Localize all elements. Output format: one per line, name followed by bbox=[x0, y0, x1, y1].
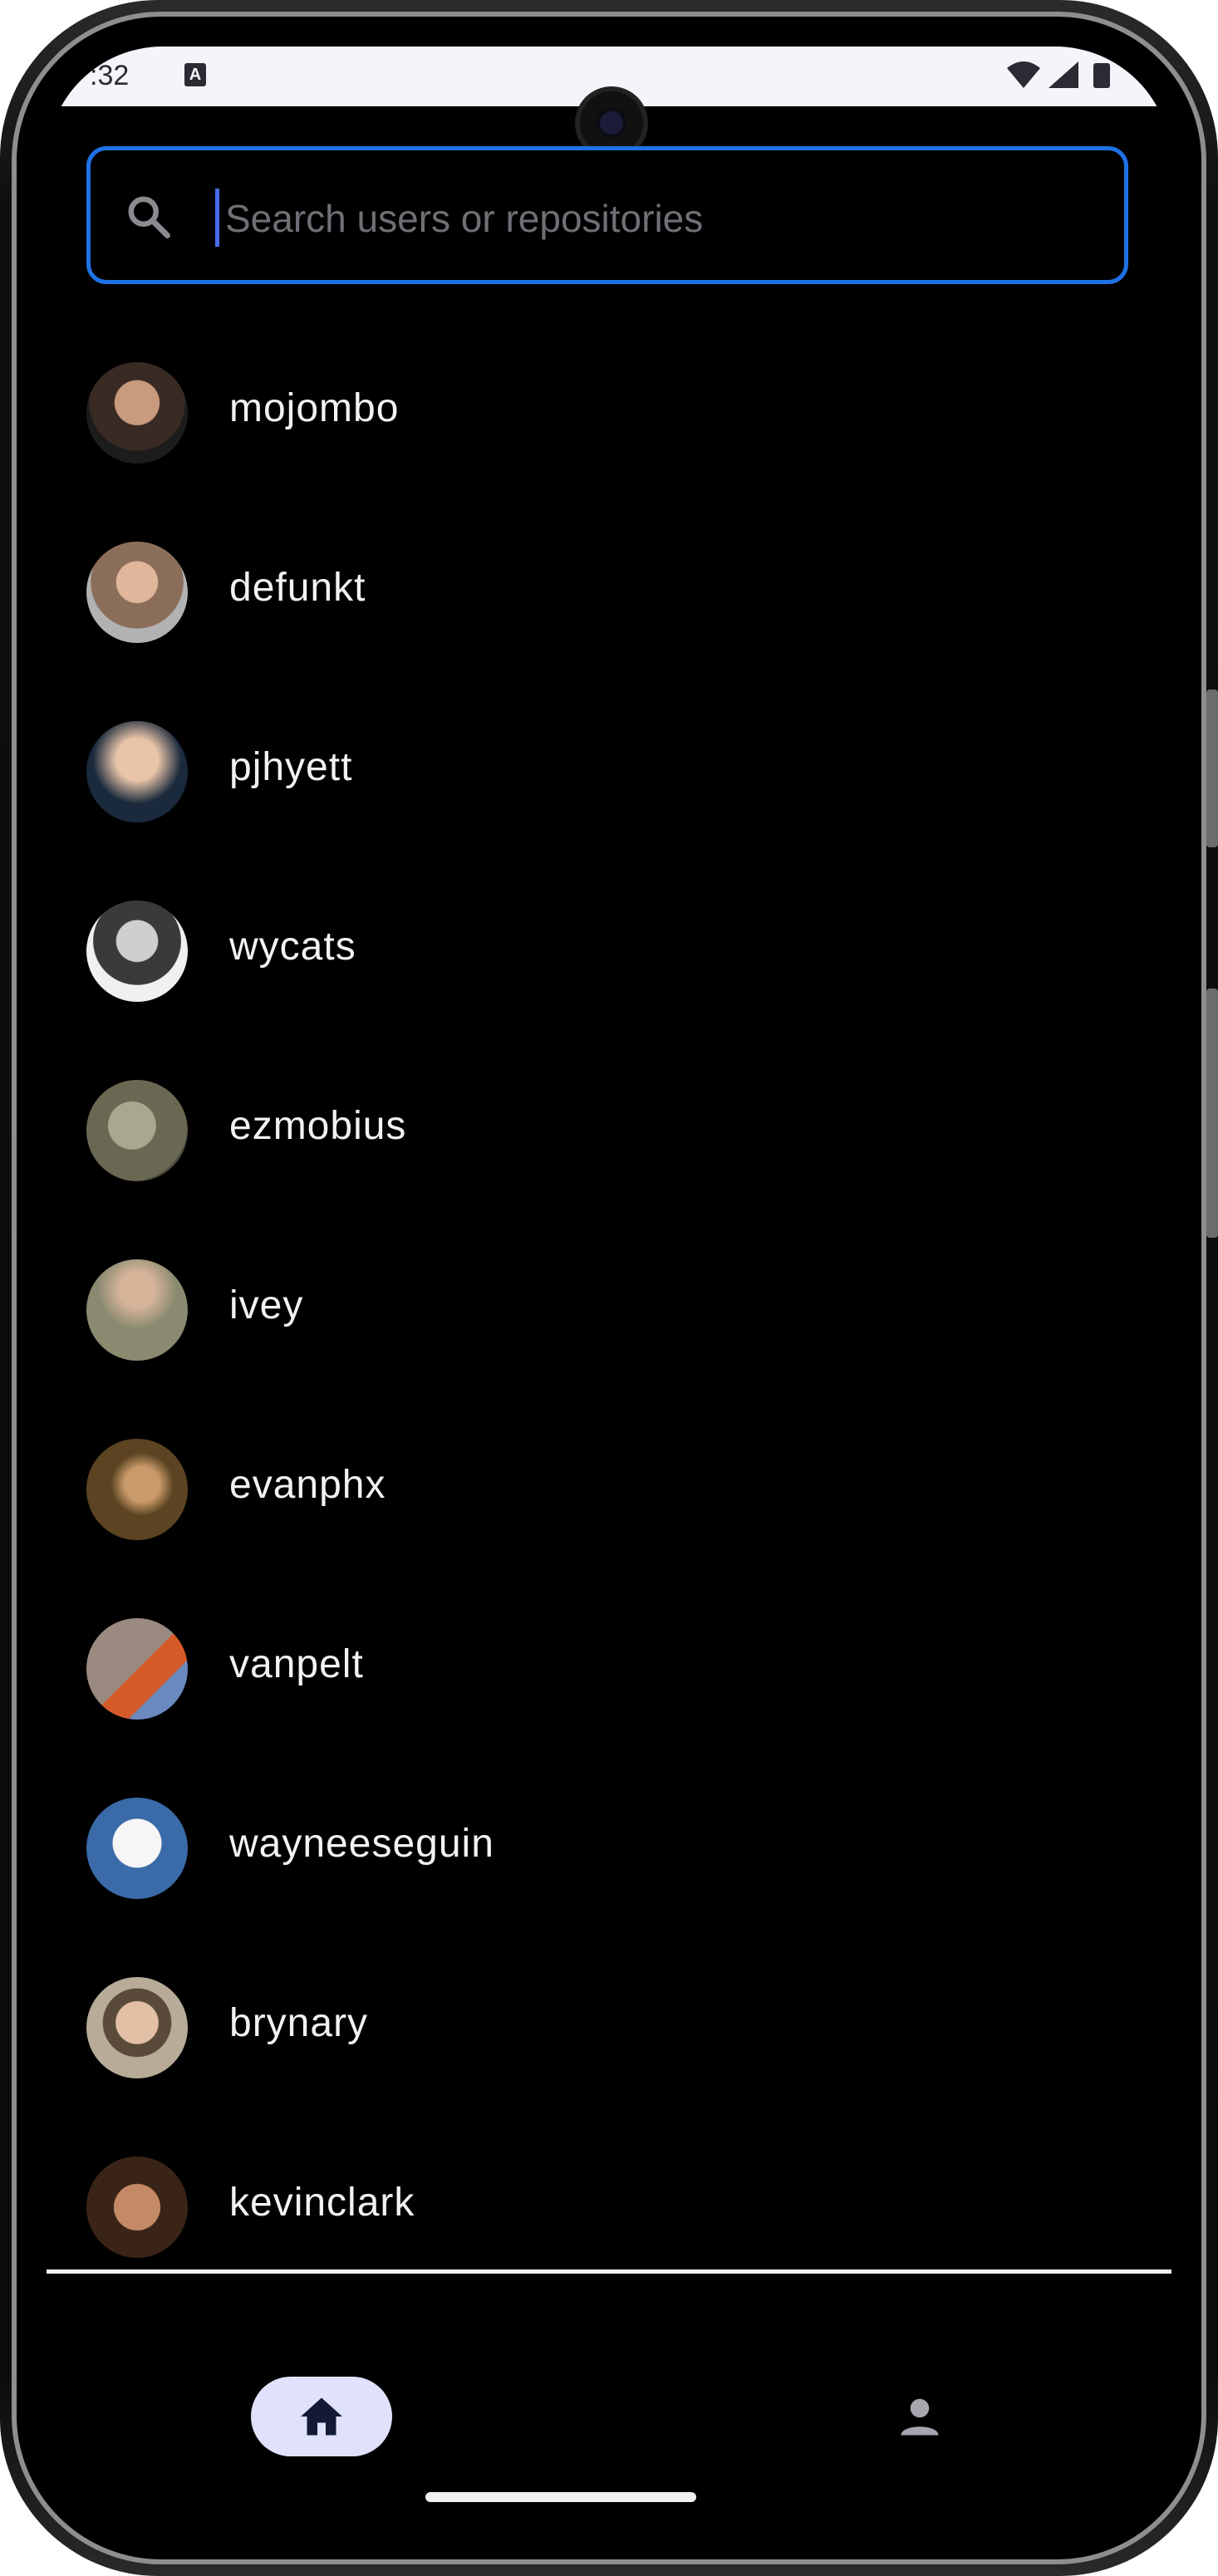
username: defunkt bbox=[229, 566, 366, 610]
username: brynary bbox=[229, 2001, 369, 2045]
power-button bbox=[1206, 989, 1218, 1238]
avatar bbox=[86, 1798, 188, 1899]
avatar bbox=[86, 542, 188, 643]
username: ivey bbox=[229, 1283, 304, 1327]
keyboard-indicator-icon: A bbox=[184, 63, 206, 86]
avatar bbox=[86, 1259, 188, 1361]
user-list-item[interactable]: vanpelt bbox=[47, 1618, 1171, 1784]
app-screen: :32 A mojombo defunkt bbox=[47, 47, 1171, 2527]
username: wayneeseguin bbox=[229, 1822, 494, 1866]
username: vanpelt bbox=[229, 1642, 364, 1686]
username: wycats bbox=[229, 925, 356, 969]
avatar bbox=[86, 900, 188, 1002]
device-frame: :32 A mojombo defunkt bbox=[0, 0, 1218, 2576]
user-list-item[interactable]: brynary bbox=[47, 1977, 1171, 2143]
signal-icon bbox=[1049, 61, 1078, 88]
search-input[interactable] bbox=[223, 180, 1058, 257]
wifi-icon bbox=[1007, 61, 1040, 88]
battery-icon bbox=[1093, 63, 1110, 88]
search-field[interactable] bbox=[86, 146, 1128, 284]
user-list-item[interactable]: ivey bbox=[47, 1259, 1171, 1425]
bottom-navigation bbox=[47, 2274, 1171, 2527]
username: ezmobius bbox=[229, 1104, 407, 1148]
status-icons bbox=[1007, 61, 1110, 88]
user-list-item[interactable]: wycats bbox=[47, 900, 1171, 1067]
user-list-item[interactable]: pjhyett bbox=[47, 721, 1171, 887]
search-icon bbox=[128, 196, 170, 238]
username: kevinclark bbox=[229, 2181, 415, 2225]
avatar bbox=[86, 1977, 188, 2078]
user-list-item[interactable]: evanphx bbox=[47, 1439, 1171, 1605]
nav-home-button[interactable] bbox=[251, 2377, 392, 2456]
status-time: :32 bbox=[90, 60, 130, 91]
avatar bbox=[86, 2156, 188, 2258]
user-list-item[interactable]: ezmobius bbox=[47, 1080, 1171, 1246]
gesture-handle[interactable] bbox=[425, 2492, 696, 2502]
username: mojombo bbox=[229, 386, 400, 430]
username: pjhyett bbox=[229, 745, 353, 789]
username: evanphx bbox=[229, 1463, 386, 1507]
avatar bbox=[86, 1439, 188, 1540]
person-icon bbox=[901, 2398, 939, 2436]
home-icon bbox=[301, 2397, 342, 2436]
text-caret bbox=[215, 189, 219, 247]
avatar bbox=[86, 1618, 188, 1720]
avatar bbox=[86, 721, 188, 822]
avatar bbox=[86, 1080, 188, 1181]
volume-button bbox=[1206, 689, 1218, 847]
user-list-item[interactable]: mojombo bbox=[47, 362, 1171, 528]
avatar bbox=[86, 362, 188, 464]
user-list-item[interactable]: wayneeseguin bbox=[47, 1798, 1171, 1964]
nav-profile-button[interactable] bbox=[849, 2377, 990, 2456]
user-list-item[interactable]: defunkt bbox=[47, 542, 1171, 708]
